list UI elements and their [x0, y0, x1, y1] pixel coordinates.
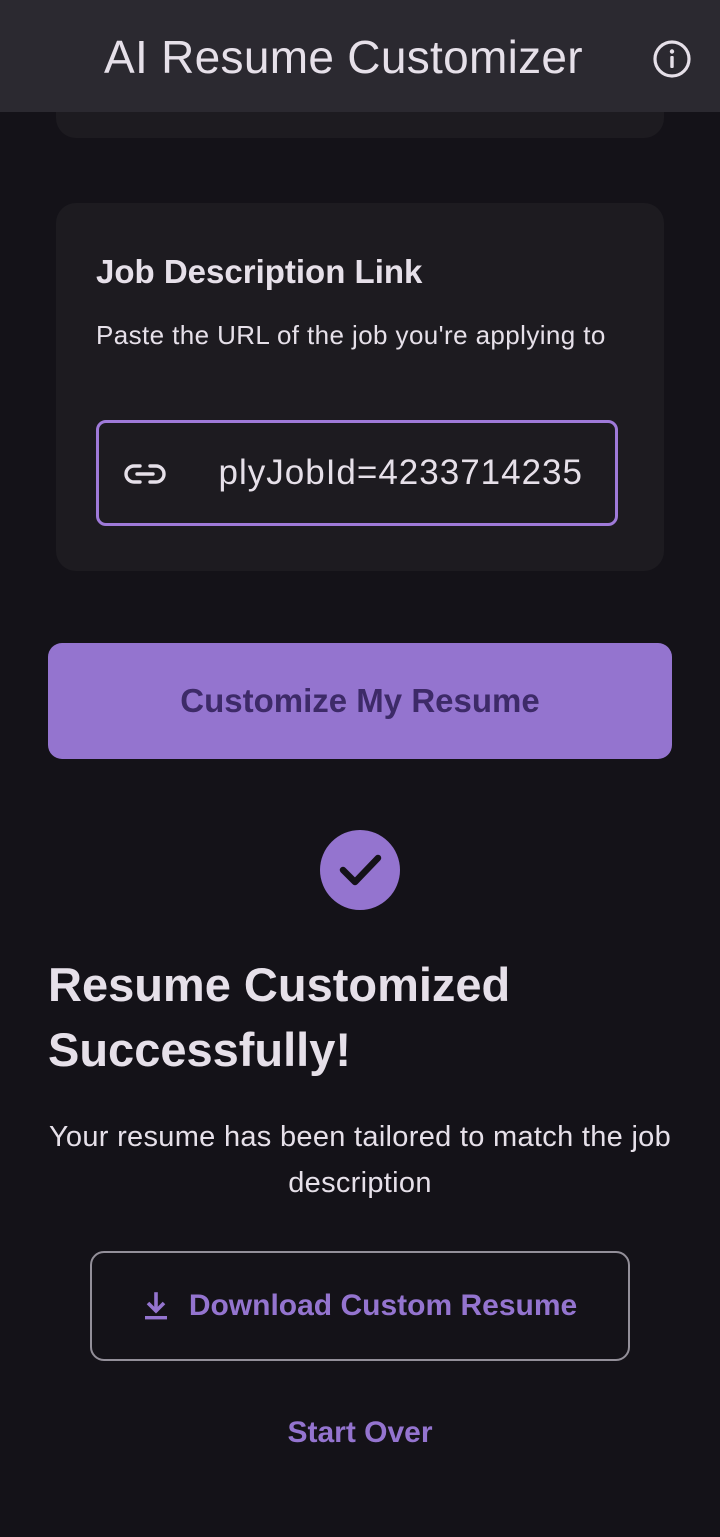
info-circle-icon	[653, 40, 691, 78]
download-icon	[144, 1292, 167, 1320]
app-title: AI Resume Customizer	[104, 31, 583, 83]
job-description-card: Job Description Link Paste the URL of th…	[56, 203, 664, 571]
job-url-input[interactable]: plyJobId=4233714235	[96, 420, 618, 526]
start-over-link[interactable]: Start Over	[260, 1416, 460, 1450]
check-icon	[339, 854, 382, 886]
info-button[interactable]	[652, 39, 692, 79]
success-title: Resume Customized Successfully!	[48, 958, 511, 1076]
success-description: Your resume has been tailored to match t…	[48, 1121, 672, 1199]
customize-resume-button[interactable]: Customize My Resume	[48, 643, 672, 759]
download-resume-button[interactable]: Download Custom Resume	[90, 1251, 630, 1361]
job-card-subtitle: Paste the URL of the job you're applying…	[96, 320, 606, 350]
app-bar: AI Resume Customizer	[0, 0, 720, 112]
link-icon	[124, 464, 166, 484]
download-button-label: Download Custom Resume	[188, 1289, 578, 1322]
job-card-title: Job Description Link	[96, 253, 423, 290]
url-value-clip: plyJobId=4233714235	[199, 423, 615, 523]
job-url-value: plyJobId=4233714235	[218, 453, 583, 492]
success-badge	[320, 830, 400, 910]
